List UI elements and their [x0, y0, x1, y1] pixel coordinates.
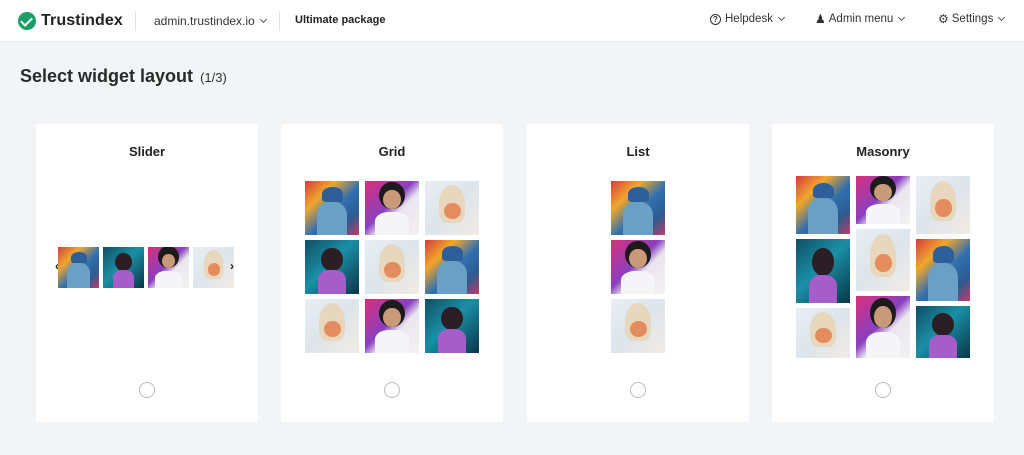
- brand-name: Trustindex: [41, 12, 123, 29]
- preview-image: [916, 306, 970, 358]
- chevron-down-icon: [998, 13, 1006, 22]
- preview-image: [365, 299, 419, 353]
- layout-card-slider[interactable]: Slider ‹ ›: [36, 124, 258, 422]
- layout-radio[interactable]: [875, 382, 891, 398]
- preview-image: [305, 299, 359, 353]
- preview-image: [611, 240, 665, 294]
- preview-image: [856, 229, 910, 291]
- preview-image: [148, 247, 189, 288]
- domain-dropdown[interactable]: admin.trustindex.io: [154, 14, 267, 28]
- preview-image: [425, 240, 479, 294]
- preview-image: [796, 176, 850, 234]
- package-label: Ultimate package: [295, 14, 386, 26]
- trustindex-logo[interactable]: Trustindex: [18, 10, 123, 32]
- preview-image: [796, 239, 850, 303]
- layout-card-title: Slider: [128, 144, 166, 159]
- chevron-down-icon: [777, 13, 785, 22]
- chevron-right-icon: ›: [230, 259, 234, 273]
- settings-label: Settings: [951, 13, 994, 25]
- preview-image: [856, 296, 910, 358]
- preview-image: [305, 181, 359, 235]
- chevron-down-icon: [259, 15, 267, 24]
- domain-label: admin.trustindex.io: [154, 14, 255, 28]
- page-title-text: Select widget layout: [20, 66, 194, 86]
- preview-image: [856, 176, 910, 224]
- chevron-down-icon: [898, 13, 906, 22]
- preview-image: [425, 299, 479, 353]
- layout-card-title: Masonry: [856, 144, 910, 159]
- step-indicator: (1/3): [200, 70, 227, 85]
- helpdesk-menu[interactable]: ? Helpdesk: [710, 13, 785, 25]
- page-title: Select widget layout (1/3): [20, 66, 227, 87]
- gear-icon: ⚙: [938, 12, 949, 26]
- preview-image: [796, 308, 850, 358]
- preview-image: [365, 181, 419, 235]
- top-navigation-bar: Trustindex admin.trustindex.io Ultimate …: [0, 0, 1024, 42]
- admin-menu[interactable]: ♟ Admin menu: [815, 12, 906, 26]
- layout-card-list[interactable]: List: [527, 124, 749, 422]
- layout-radio[interactable]: [139, 382, 155, 398]
- admin-menu-label: Admin menu: [828, 13, 894, 25]
- preview-image: [103, 247, 144, 288]
- preview-image: [916, 176, 970, 234]
- helpdesk-label: Helpdesk: [725, 13, 773, 25]
- preview-image: [425, 181, 479, 235]
- layout-card-title: Grid: [378, 144, 406, 159]
- preview-image: [305, 240, 359, 294]
- layout-card-grid[interactable]: Grid: [281, 124, 503, 422]
- settings-menu[interactable]: ⚙ Settings: [938, 12, 1006, 26]
- divider: [279, 11, 280, 31]
- preview-image: [611, 299, 665, 353]
- admin-user-icon: ♟: [815, 12, 826, 26]
- layout-radio[interactable]: [630, 382, 646, 398]
- preview-image: [611, 181, 665, 235]
- layout-card-title: List: [626, 144, 650, 159]
- check-circle-icon: [18, 12, 36, 30]
- help-circle-icon: ?: [710, 13, 721, 25]
- layout-radio[interactable]: [384, 382, 400, 398]
- preview-image: [58, 247, 99, 288]
- preview-image: [193, 247, 234, 288]
- divider: [135, 11, 136, 31]
- preview-image: [365, 240, 419, 294]
- preview-image: [916, 239, 970, 301]
- layout-card-masonry[interactable]: Masonry: [772, 124, 994, 422]
